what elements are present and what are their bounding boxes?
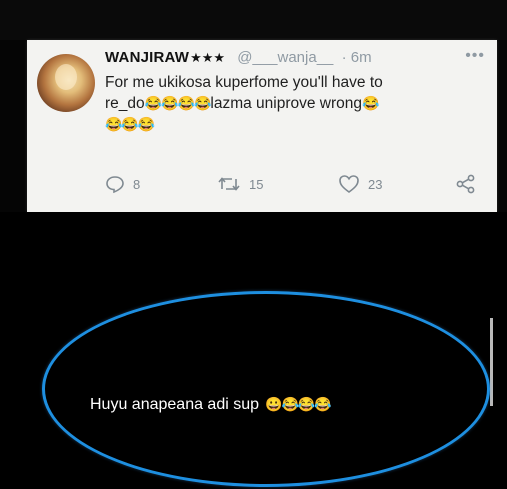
top-strip [0,0,507,40]
tweet-text-line2-end: lazma uniprove wrong [210,95,363,112]
tweet-text-line1: For me ukikosa kuperfome you'll have to [105,74,383,91]
retweet-button[interactable]: 15 [217,174,263,194]
tweet-emoji-b: 😂 [362,95,379,111]
avatar[interactable] [37,54,95,112]
tweet-emojis-c: 😂😂😂 [105,116,155,132]
caption: Huyu anapeana adi sup 😀😂😂😂 [90,392,430,417]
reply-button[interactable]: 8 [105,174,140,194]
caption-text: Huyu anapeana adi sup [90,396,260,413]
tweet-actions: 8 15 23 [105,172,485,196]
reply-icon [106,176,124,194]
tweet-card[interactable]: WANJIRAW★★★ @___wanja__ · 6m ••• For me … [27,40,497,212]
share-icon [456,174,475,194]
heart-icon [339,175,359,193]
retweet-count: 15 [249,176,264,192]
share-button[interactable] [455,174,477,194]
display-name[interactable]: WANJIRAW [105,49,189,66]
reply-count: 8 [133,176,141,192]
tweet-text-line2-start: re_do [105,95,145,112]
highlight-oval [42,291,490,487]
caption-emojis: 😀😂😂😂 [265,396,332,412]
scroll-indicator [490,318,493,406]
tweet-header: WANJIRAW★★★ @___wanja__ · 6m ••• [105,46,485,68]
more-icon[interactable]: ••• [465,46,485,66]
like-count: 23 [368,176,383,192]
like-button[interactable]: 23 [338,174,382,194]
retweet-icon [218,177,240,191]
tweet-text: For me ukikosa kuperfome you'll have to … [105,72,485,135]
timestamp: · 6m [341,49,372,66]
name-stars: ★★★ [190,50,226,65]
tweet-emojis-a: 😂😂😂😂 [144,95,212,111]
user-handle[interactable]: @___wanja__ [237,49,333,66]
